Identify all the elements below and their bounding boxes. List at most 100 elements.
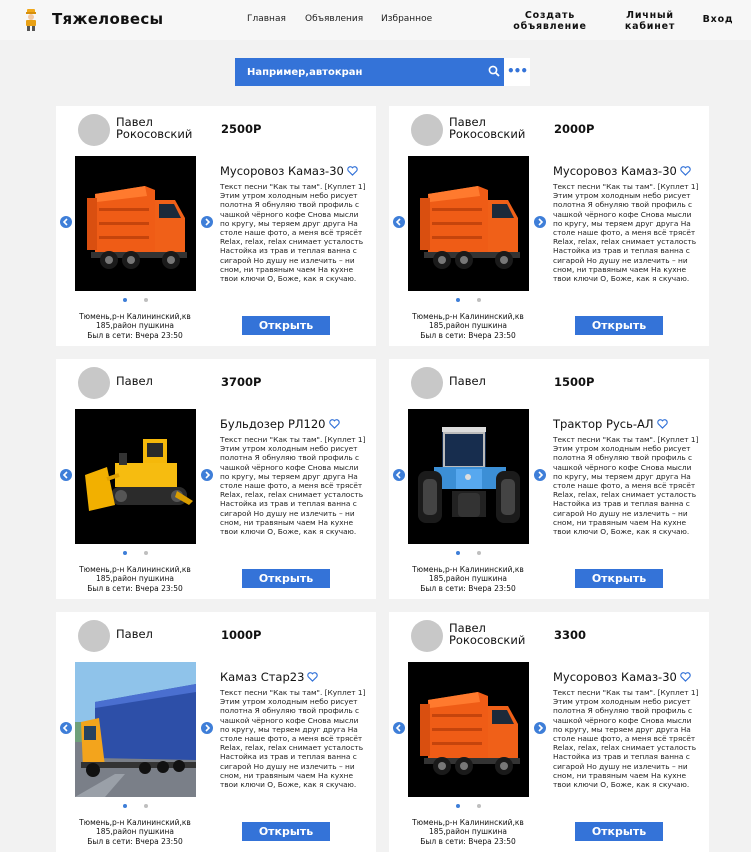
heart-icon[interactable] [307,672,319,682]
listing-card[interactable]: Павел Рокосовский 2000Р Тюмень,р-н Калин… [389,106,709,346]
carousel-dot-active[interactable] [456,804,460,808]
listing-photo-garbage-truck[interactable] [408,156,529,291]
carousel-dot-active[interactable] [456,298,460,302]
listing-description: Текст песни "Как ты там". [Куплет 1] Эти… [553,435,699,537]
search-icon[interactable] [488,65,500,77]
carousel-dot-active[interactable] [123,804,127,808]
open-listing-button[interactable]: Открыть [575,822,663,841]
open-listing-button[interactable]: Открыть [242,822,330,841]
logo-icon[interactable] [24,9,38,31]
listing-card[interactable]: Павел 3700Р Тюмень,р-н Калининский,кв 18… [56,359,376,599]
listing-location: Тюмень,р-н Калининский,кв 185,район пушк… [79,565,191,583]
brand-name[interactable]: Тяжеловесы [52,10,163,28]
open-listing-button[interactable]: Открыть [242,316,330,335]
account-link[interactable]: Личный кабинет [615,10,685,32]
listing-title-row[interactable]: Камаз Стар23 [220,670,319,684]
login-link[interactable]: Вход [700,14,736,25]
listing-location: Тюмень,р-н Калининский,кв 185,район пушк… [79,818,191,836]
listing-card[interactable]: Павел 1500Р Тюмень,р-н Калининский,кв 18… [389,359,709,599]
listing-description: Текст песни "Как ты там". [Куплет 1] Эти… [220,435,366,537]
carousel-dot-active[interactable] [123,551,127,555]
listing-title[interactable]: Трактор Русь-АЛ [553,417,654,431]
heart-icon[interactable] [347,166,358,176]
listing-card[interactable]: Павел Рокосовский 2500Р Тюмень,р-н Калин… [56,106,376,346]
listing-photo-bulldozer[interactable] [75,409,196,544]
chevron-left-icon [62,724,68,732]
seller-avatar[interactable] [78,620,110,652]
listing-title-row[interactable]: Трактор Русь-АЛ [553,417,668,431]
heart-icon[interactable] [656,419,668,429]
carousel-dot[interactable] [477,551,481,555]
heart-icon[interactable] [328,419,340,429]
carousel-dot[interactable] [144,804,148,808]
next-image-button[interactable] [534,469,546,481]
open-listing-button[interactable]: Открыть [575,316,663,335]
create-ad-line2: объявление [513,21,587,32]
prev-image-button[interactable] [60,469,72,481]
nav-ads[interactable]: Объявления [305,14,363,24]
carousel-dot[interactable] [144,551,148,555]
prev-image-button[interactable] [393,722,405,734]
chevron-left-icon [62,471,68,479]
listing-title-row[interactable]: Мусоровоз Камаз-30 [553,164,691,178]
listing-title[interactable]: Камаз Стар23 [220,670,304,684]
listing-description: Текст песни "Как ты там". [Куплет 1] Эти… [553,688,699,790]
create-ad-link[interactable]: Создать объявление [510,10,590,32]
chevron-left-icon [395,218,401,226]
listing-title[interactable]: Мусоровоз Камаз-30 [220,164,344,178]
nav-home[interactable]: Главная [247,14,286,24]
more-options-button[interactable]: ••• [504,58,530,86]
seller-name[interactable]: Павел Рокосовский [116,116,216,140]
next-image-button[interactable] [201,216,213,228]
prev-image-button[interactable] [60,722,72,734]
carousel-dot[interactable] [144,298,148,302]
open-listing-button[interactable]: Открыть [242,569,330,588]
nav-favorites[interactable]: Избранное [381,14,432,24]
heart-icon[interactable] [680,672,691,682]
carousel-dot[interactable] [477,804,481,808]
listing-title-row[interactable]: Мусоровоз Камаз-30 [220,164,358,178]
next-image-button[interactable] [534,216,546,228]
listing-photo-tractor[interactable] [408,409,529,544]
listing-photo-garbage-truck[interactable] [408,662,529,797]
account-line2: кабинет [624,21,676,32]
carousel-dot-active[interactable] [456,551,460,555]
prev-image-button[interactable] [393,469,405,481]
listing-card[interactable]: Павел Рокосовский 3300 Тюмень,р-н Калини… [389,612,709,852]
chevron-right-icon [538,218,544,226]
listing-price: 2500Р [221,122,262,136]
heart-icon[interactable] [680,166,691,176]
seller-name[interactable]: Павел [449,375,549,387]
prev-image-button[interactable] [60,216,72,228]
listing-title-row[interactable]: Бульдозер РЛ120 [220,417,340,431]
chevron-right-icon [205,218,211,226]
listing-photo-semi-truck[interactable] [75,662,196,797]
seller-avatar[interactable] [78,114,110,146]
seller-name[interactable]: Павел Рокосовский [449,622,549,646]
next-image-button[interactable] [534,722,546,734]
listing-photo-garbage-truck[interactable] [75,156,196,291]
chevron-left-icon [395,471,401,479]
listing-description: Текст песни "Как ты там". [Куплет 1] Эти… [220,688,366,790]
listing-title[interactable]: Мусоровоз Камаз-30 [553,164,677,178]
seller-avatar[interactable] [78,367,110,399]
listing-title[interactable]: Мусоровоз Камаз-30 [553,670,677,684]
listing-title-row[interactable]: Мусоровоз Камаз-30 [553,670,691,684]
seller-name[interactable]: Павел Рокосовский [449,116,549,140]
open-listing-button[interactable]: Открыть [575,569,663,588]
search-input[interactable] [235,58,475,86]
listing-card[interactable]: Павел 1000Р Тюмень,р-н Калининский,кв 18… [56,612,376,852]
last-online: Был в сети: Вчера 23:50 [420,584,516,593]
next-image-button[interactable] [201,469,213,481]
carousel-dot[interactable] [477,298,481,302]
listing-title[interactable]: Бульдозер РЛ120 [220,417,326,431]
seller-avatar[interactable] [411,367,443,399]
seller-name[interactable]: Павел [116,375,216,387]
prev-image-button[interactable] [393,216,405,228]
listing-description: Текст песни "Как ты там". [Куплет 1] Эти… [220,182,366,284]
seller-avatar[interactable] [411,114,443,146]
next-image-button[interactable] [201,722,213,734]
seller-name[interactable]: Павел [116,628,216,640]
carousel-dot-active[interactable] [123,298,127,302]
seller-avatar[interactable] [411,620,443,652]
